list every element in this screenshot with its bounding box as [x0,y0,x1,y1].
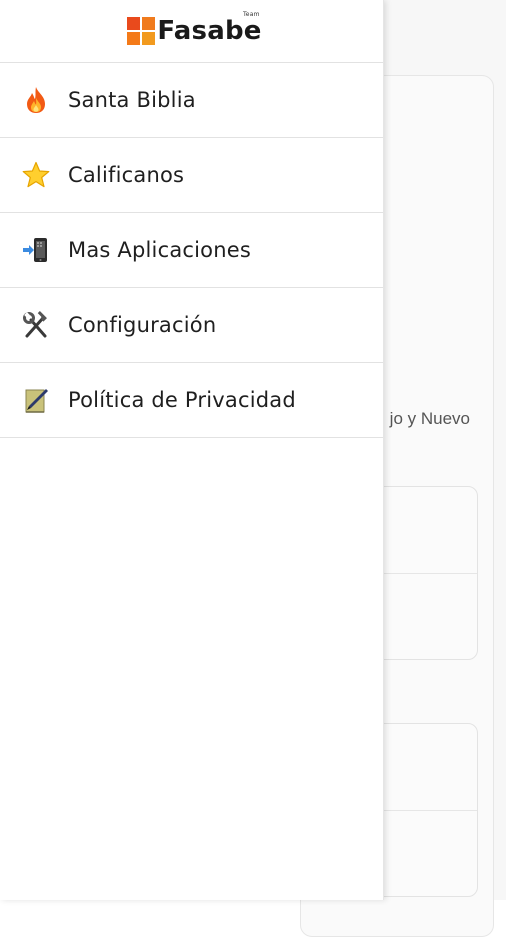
menu-item-calificanos[interactable]: Calificanos [0,138,383,213]
hammer-wrench-icon [22,311,50,339]
menu-item-label: Calificanos [68,163,185,187]
logo-mark-icon [127,17,156,45]
fire-icon [22,86,50,114]
drawer-header: Fasabe Team [0,0,383,63]
logo-superscript: Team [242,11,260,18]
menu-item-santa-biblia[interactable]: Santa Biblia [0,63,383,138]
pen-paper-icon [22,386,50,414]
app-logo: Fasabe Team [127,11,262,46]
logo-text: Fasabe Team [157,11,262,46]
menu-item-configuracion[interactable]: Configuración [0,288,383,363]
mobile-arrow-icon [22,236,50,264]
menu-item-label: Mas Aplicaciones [68,238,251,262]
menu-item-politica-de-privacidad[interactable]: Política de Privacidad [0,363,383,438]
menu-item-label: Política de Privacidad [68,388,296,412]
star-icon [22,161,50,189]
menu-item-label: Configuración [68,313,217,337]
menu-item-label: Santa Biblia [68,88,196,112]
navigation-drawer: Fasabe Team Santa Biblia Calificanos Mas… [0,0,384,900]
menu-item-mas-aplicaciones[interactable]: Mas Aplicaciones [0,213,383,288]
